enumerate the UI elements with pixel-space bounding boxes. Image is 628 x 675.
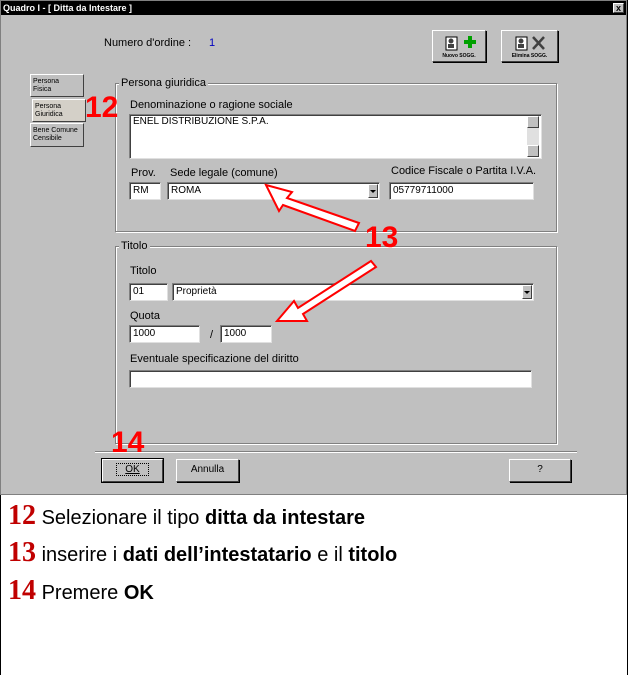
instruction-14: 14 Premere OK [8, 575, 154, 607]
instruction-text: inserire i [41, 544, 123, 566]
annotation-arrows [264, 183, 378, 322]
instruction-number: 12 [8, 500, 36, 531]
instruction-text: Selezionare il tipo [41, 507, 205, 529]
instruction-12: 12 Selezionare il tipo ditta da intestar… [8, 500, 365, 532]
instruction-bold: ditta da intestare [205, 507, 366, 529]
instruction-number: 14 [8, 575, 36, 606]
instruction-bold: dati dell’intestatario [122, 544, 312, 566]
instruction-text: Premere [41, 582, 124, 604]
instruction-number: 13 [8, 537, 36, 568]
arrow-to-quota [274, 259, 378, 322]
arrow-to-sede [264, 183, 361, 233]
dialog-window: Quadro I - [ Ditta da Intestare ] x Nume… [0, 0, 627, 495]
instruction-text: e il [311, 544, 349, 566]
instruction-bold: titolo [348, 544, 398, 566]
instruction-13: 13 inserire i dati dell’intestatario e i… [8, 537, 397, 569]
instruction-bold: OK [123, 582, 154, 604]
